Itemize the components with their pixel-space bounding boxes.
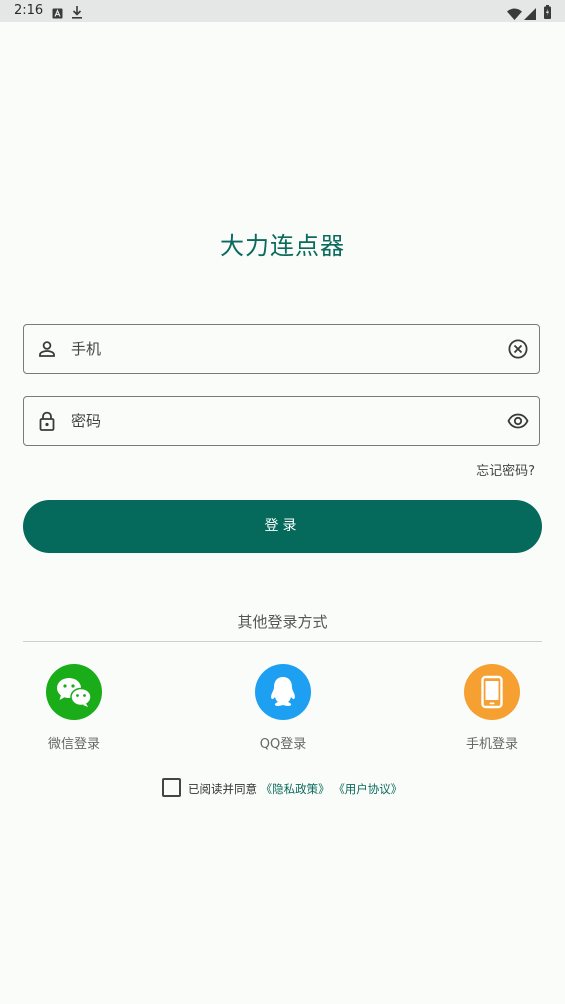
notification-a-icon [52,4,63,23]
download-icon [71,4,83,23]
status-time: 2:16 [14,3,44,18]
person-icon [36,338,58,360]
forgot-password-link[interactable]: 忘记密码? [476,460,535,479]
eye-icon[interactable] [507,410,529,432]
privacy-policy-link[interactable]: 《隐私政策》 [261,782,330,796]
phone-login-option[interactable]: 手机登录 [442,664,542,752]
login-button[interactable]: 登录 [23,500,542,553]
lock-icon [36,410,58,432]
agreement-prefix: 已阅读并同意 [188,782,257,796]
app-title: 大力连点器 [220,232,345,260]
wechat-login-option[interactable]: 微信登录 [24,664,124,752]
status-bar: 2:16 [0,0,565,22]
password-field[interactable] [23,396,540,446]
qq-icon[interactable] [255,664,311,720]
battery-icon [544,4,551,23]
phone-login-label: 手机登录 [465,737,518,752]
divider [23,641,542,642]
mobile-phone-icon[interactable] [464,664,520,720]
qq-login-option[interactable]: QQ登录 [233,664,333,752]
wechat-icon[interactable] [46,664,102,720]
phone-field[interactable] [23,324,540,374]
wechat-login-label: 微信登录 [47,737,100,752]
other-login-label: 其他登录方式 [237,613,328,631]
agreement-checkbox[interactable] [162,778,181,797]
agreement-text: 已阅读并同意 《隐私政策》 《用户协议》 [188,781,402,797]
password-input[interactable] [71,405,491,437]
cell-signal-icon [524,5,536,24]
wifi-icon [507,5,522,24]
qq-login-label: QQ登录 [259,737,307,752]
clear-icon[interactable] [507,338,529,360]
phone-input[interactable] [71,333,491,365]
user-agreement-link[interactable]: 《用户协议》 [333,782,402,796]
